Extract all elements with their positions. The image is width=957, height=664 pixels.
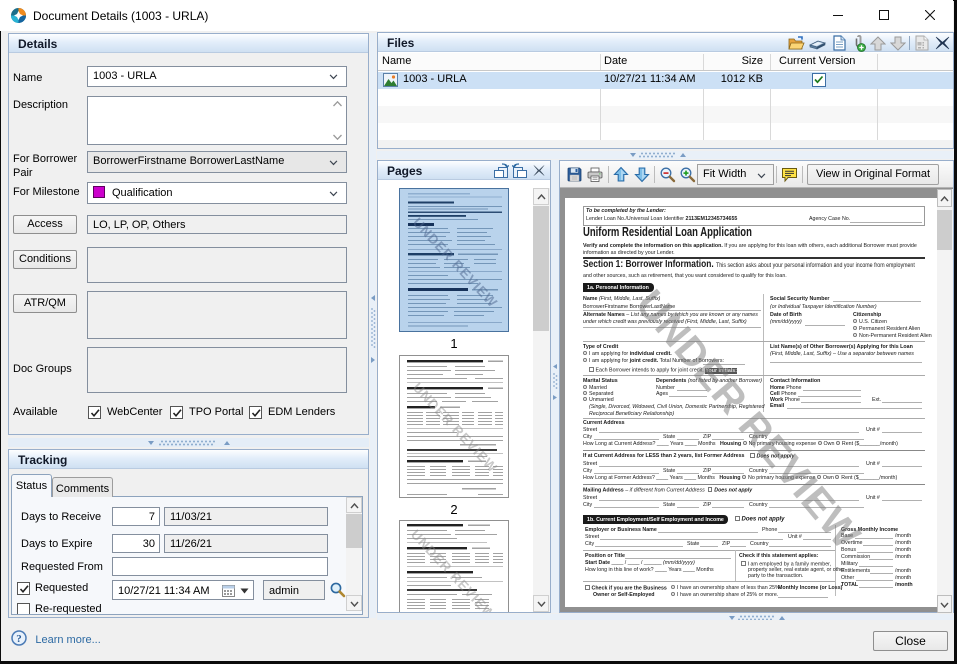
svg-text:?: ? — [16, 633, 22, 645]
svg-text:UNDER REVIEW: UNDER REVIEW — [410, 215, 501, 311]
